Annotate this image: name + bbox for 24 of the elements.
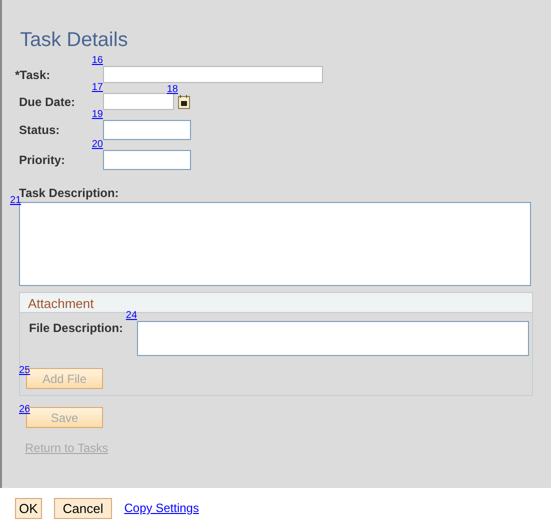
field-label: Priority: bbox=[19, 153, 66, 167]
date-field[interactable] bbox=[103, 93, 174, 110]
input-field[interactable] bbox=[103, 120, 191, 140]
description-field[interactable] bbox=[19, 202, 531, 286]
input-field[interactable] bbox=[103, 66, 323, 83]
field-label: Task Description: bbox=[19, 186, 120, 200]
tab-order-link[interactable]: 18 bbox=[166, 84, 178, 94]
input-field[interactable] bbox=[103, 150, 191, 170]
tab-order-link[interactable]: 19 bbox=[92, 110, 103, 120]
page-title: Task Details bbox=[20, 28, 129, 52]
field-label: File Description: bbox=[29, 321, 124, 337]
calendar-icon[interactable] bbox=[178, 94, 190, 108]
ok-button[interactable]: OK bbox=[15, 498, 42, 518]
field-label: *Task: bbox=[15, 68, 52, 82]
tab-order-link[interactable]: 16 bbox=[92, 56, 103, 66]
field-label: Status: bbox=[19, 123, 61, 137]
copy-settings-link[interactable]: Copy Settings bbox=[124, 501, 199, 515]
tab-order-link[interactable]: 20 bbox=[92, 140, 103, 150]
tab-order-link[interactable]: 17 bbox=[92, 83, 103, 93]
field-label: Due Date: bbox=[19, 94, 76, 108]
tab-order-link[interactable]: 21 bbox=[10, 196, 22, 206]
tab-order-link[interactable]: 24 bbox=[126, 311, 138, 321]
cancel-button[interactable]: Cancel bbox=[54, 498, 112, 518]
file-description-field[interactable] bbox=[137, 321, 530, 356]
